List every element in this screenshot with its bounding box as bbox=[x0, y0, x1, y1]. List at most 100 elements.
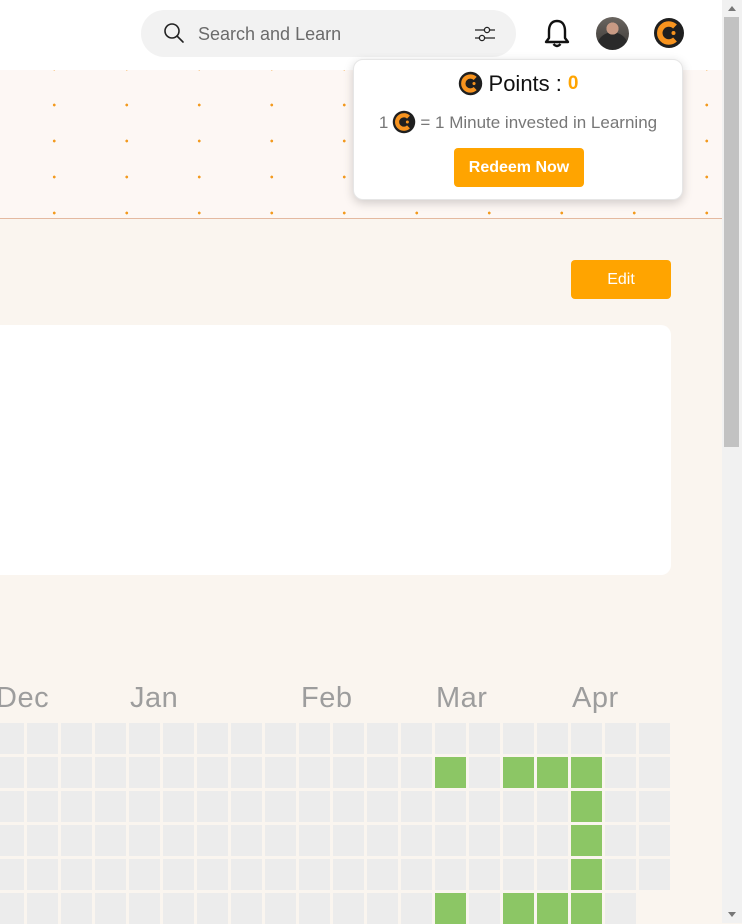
scroll-thumb[interactable] bbox=[724, 17, 739, 447]
activity-cell[interactable] bbox=[95, 757, 126, 788]
activity-cell[interactable] bbox=[231, 825, 262, 856]
activity-cell[interactable] bbox=[469, 723, 500, 754]
activity-cell[interactable] bbox=[299, 757, 330, 788]
activity-cell[interactable] bbox=[367, 893, 398, 924]
activity-cell[interactable] bbox=[197, 723, 228, 754]
activity-cell[interactable] bbox=[61, 825, 92, 856]
activity-cell[interactable] bbox=[435, 825, 466, 856]
activity-cell[interactable] bbox=[639, 825, 670, 856]
activity-cell[interactable] bbox=[435, 859, 466, 890]
activity-cell[interactable] bbox=[163, 723, 194, 754]
activity-cell[interactable] bbox=[197, 825, 228, 856]
activity-cell[interactable] bbox=[129, 893, 160, 924]
activity-cell[interactable] bbox=[129, 825, 160, 856]
activity-cell[interactable] bbox=[503, 723, 534, 754]
activity-cell[interactable] bbox=[639, 757, 670, 788]
activity-cell[interactable] bbox=[27, 757, 58, 788]
activity-cell[interactable] bbox=[435, 723, 466, 754]
activity-cell[interactable] bbox=[605, 893, 636, 924]
activity-cell[interactable] bbox=[401, 791, 432, 822]
search-input[interactable] bbox=[196, 20, 450, 48]
activity-cell[interactable] bbox=[163, 791, 194, 822]
activity-cell[interactable] bbox=[401, 723, 432, 754]
activity-cell[interactable] bbox=[435, 757, 466, 788]
redeem-button[interactable]: Redeem Now bbox=[454, 148, 584, 187]
activity-cell[interactable] bbox=[95, 723, 126, 754]
bell-icon[interactable] bbox=[543, 18, 571, 48]
brand-coin-logo[interactable] bbox=[653, 17, 685, 49]
activity-cell[interactable] bbox=[299, 859, 330, 890]
activity-cell[interactable] bbox=[367, 757, 398, 788]
activity-cell[interactable] bbox=[571, 791, 602, 822]
activity-cell[interactable] bbox=[435, 791, 466, 822]
activity-cell[interactable] bbox=[605, 859, 636, 890]
activity-cell[interactable] bbox=[231, 757, 262, 788]
scroll-up-arrow-icon[interactable] bbox=[728, 6, 736, 11]
activity-cell[interactable] bbox=[231, 791, 262, 822]
activity-cell[interactable] bbox=[231, 723, 262, 754]
activity-cell[interactable] bbox=[367, 825, 398, 856]
vertical-scrollbar[interactable] bbox=[722, 0, 742, 923]
activity-cell[interactable] bbox=[0, 791, 24, 822]
activity-cell[interactable] bbox=[299, 723, 330, 754]
activity-cell[interactable] bbox=[469, 859, 500, 890]
activity-cell[interactable] bbox=[27, 859, 58, 890]
activity-cell[interactable] bbox=[503, 757, 534, 788]
activity-cell[interactable] bbox=[265, 825, 296, 856]
activity-cell[interactable] bbox=[503, 825, 534, 856]
activity-cell[interactable] bbox=[401, 757, 432, 788]
activity-cell[interactable] bbox=[163, 859, 194, 890]
activity-cell[interactable] bbox=[537, 893, 568, 924]
activity-cell[interactable] bbox=[571, 893, 602, 924]
activity-cell[interactable] bbox=[0, 825, 24, 856]
activity-cell[interactable] bbox=[129, 791, 160, 822]
activity-cell[interactable] bbox=[95, 791, 126, 822]
activity-cell[interactable] bbox=[469, 893, 500, 924]
activity-cell[interactable] bbox=[61, 859, 92, 890]
activity-cell[interactable] bbox=[129, 859, 160, 890]
activity-cell[interactable] bbox=[129, 723, 160, 754]
activity-cell[interactable] bbox=[163, 757, 194, 788]
activity-cell[interactable] bbox=[0, 757, 24, 788]
activity-cell[interactable] bbox=[401, 893, 432, 924]
activity-cell[interactable] bbox=[231, 893, 262, 924]
activity-cell[interactable] bbox=[95, 859, 126, 890]
activity-cell[interactable] bbox=[197, 859, 228, 890]
activity-cell[interactable] bbox=[503, 791, 534, 822]
activity-cell[interactable] bbox=[61, 723, 92, 754]
activity-cell[interactable] bbox=[537, 723, 568, 754]
activity-cell[interactable] bbox=[333, 723, 364, 754]
activity-cell[interactable] bbox=[265, 723, 296, 754]
activity-cell[interactable] bbox=[469, 825, 500, 856]
activity-cell[interactable] bbox=[571, 825, 602, 856]
activity-cell[interactable] bbox=[0, 859, 24, 890]
activity-cell[interactable] bbox=[571, 757, 602, 788]
activity-cell[interactable] bbox=[129, 757, 160, 788]
activity-cell[interactable] bbox=[401, 825, 432, 856]
activity-cell[interactable] bbox=[265, 757, 296, 788]
activity-cell[interactable] bbox=[163, 893, 194, 924]
activity-cell[interactable] bbox=[367, 791, 398, 822]
activity-cell[interactable] bbox=[537, 791, 568, 822]
activity-cell[interactable] bbox=[95, 893, 126, 924]
activity-cell[interactable] bbox=[265, 859, 296, 890]
activity-cell[interactable] bbox=[537, 859, 568, 890]
avatar[interactable] bbox=[596, 17, 629, 50]
activity-cell[interactable] bbox=[61, 757, 92, 788]
activity-cell[interactable] bbox=[469, 757, 500, 788]
activity-cell[interactable] bbox=[197, 893, 228, 924]
activity-cell[interactable] bbox=[605, 825, 636, 856]
activity-cell[interactable] bbox=[231, 859, 262, 890]
activity-cell[interactable] bbox=[197, 757, 228, 788]
activity-cell[interactable] bbox=[537, 757, 568, 788]
activity-cell[interactable] bbox=[605, 791, 636, 822]
activity-cell[interactable] bbox=[469, 791, 500, 822]
activity-cell[interactable] bbox=[571, 723, 602, 754]
activity-cell[interactable] bbox=[27, 825, 58, 856]
activity-cell[interactable] bbox=[401, 859, 432, 890]
activity-cell[interactable] bbox=[503, 893, 534, 924]
activity-cell[interactable] bbox=[265, 893, 296, 924]
activity-cell[interactable] bbox=[27, 791, 58, 822]
activity-cell[interactable] bbox=[299, 791, 330, 822]
activity-cell[interactable] bbox=[333, 893, 364, 924]
